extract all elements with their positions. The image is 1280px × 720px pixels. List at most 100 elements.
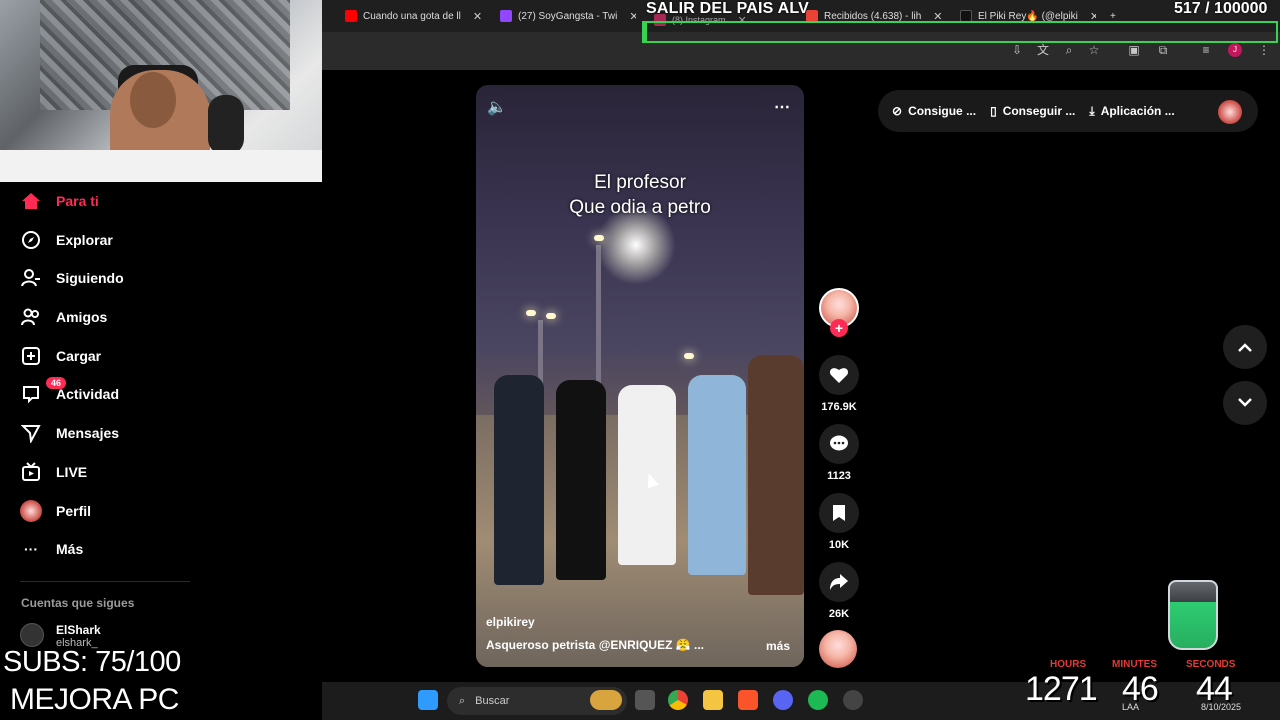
browser-tab[interactable]: (27) SoyGangsta - Twi ✕ xyxy=(500,4,636,28)
person xyxy=(556,380,606,580)
music-disc-icon xyxy=(819,630,857,668)
sidebar-item-live[interactable]: LIVE xyxy=(20,460,87,484)
menu-dots-icon[interactable]: ⋮ xyxy=(1257,43,1271,57)
streamer-head xyxy=(130,72,176,128)
seconds-label: SECONDS xyxy=(1186,659,1236,670)
avatar[interactable] xyxy=(1218,100,1242,124)
download-icon: ⤓ xyxy=(1089,103,1095,118)
sidebar-item-explorar[interactable]: Explorar xyxy=(20,228,113,252)
sidebar-divider xyxy=(20,581,190,582)
desk xyxy=(0,150,322,182)
extension-icon[interactable]: ▣ xyxy=(1127,43,1141,57)
close-tab-icon[interactable]: ✕ xyxy=(629,10,636,23)
more-link[interactable]: más xyxy=(766,639,790,653)
save-button[interactable]: 10K xyxy=(819,493,859,551)
discord-icon[interactable] xyxy=(773,690,793,710)
consigue-button[interactable]: ⊘ Consigue ... xyxy=(892,104,976,118)
minutes-label: MINUTES xyxy=(1112,659,1157,670)
video-description: Asqueroso petrista @ENRIQUEZ 😤 ... xyxy=(486,638,705,652)
sidebar-item-actividad[interactable]: 46 Actividad xyxy=(20,377,119,406)
media-icon[interactable]: ≡ xyxy=(1199,43,1213,57)
obs-icon[interactable] xyxy=(843,690,863,710)
heart-icon xyxy=(819,355,859,395)
sidebar-item-amigos[interactable]: Amigos xyxy=(20,305,107,329)
goal-progress-fill xyxy=(644,23,648,41)
task-view-icon[interactable] xyxy=(635,690,655,710)
person xyxy=(748,355,804,595)
next-video-button[interactable] xyxy=(1223,381,1267,425)
more-options-icon[interactable]: ⋯ xyxy=(774,97,790,117)
bookmark-star-icon[interactable]: ☆ xyxy=(1087,43,1101,57)
lamp xyxy=(684,353,694,359)
avatar xyxy=(20,500,42,522)
sidebar-item-cargar[interactable]: Cargar xyxy=(20,344,101,368)
upload-icon xyxy=(20,345,42,367)
puzzle-icon[interactable]: ⧉ xyxy=(1156,43,1170,57)
video-player[interactable]: El profesor Que odia a petro 🔈 ⋯ elpikir… xyxy=(476,85,804,667)
lamp xyxy=(546,313,556,319)
close-tab-icon[interactable]: ✕ xyxy=(473,10,482,23)
top-actions-pill: ⊘ Consigue ... ▯ Conseguir ... ⤓ Aplicac… xyxy=(878,90,1258,132)
comment-icon xyxy=(819,424,859,464)
chevron-up-icon xyxy=(1238,343,1252,352)
sidebar-item-perfil[interactable]: Perfil xyxy=(20,499,91,523)
coin-icon: ⊘ xyxy=(892,104,903,118)
activity-icon: 46 xyxy=(20,377,67,405)
live-icon xyxy=(20,461,42,483)
comment-button[interactable]: 1123 xyxy=(819,424,859,482)
chrome-icon[interactable] xyxy=(668,690,688,710)
guitar xyxy=(208,95,244,155)
share-button[interactable]: 26K xyxy=(819,562,859,620)
goal-title: SALIR DEL PAIS ALV xyxy=(646,0,810,17)
subs-goal-overlay: SUBS: 75/100 xyxy=(3,646,181,678)
profile-avatar[interactable]: J xyxy=(1228,43,1242,57)
brave-icon[interactable] xyxy=(738,690,758,710)
bookmark-icon xyxy=(819,493,859,533)
sidebar-item-para-ti[interactable]: Para ti xyxy=(20,189,99,213)
friends-icon xyxy=(20,306,42,328)
sidebar-item-mas[interactable]: ··· Más xyxy=(20,537,83,561)
previous-video-button[interactable] xyxy=(1223,325,1267,369)
like-button[interactable]: 176.9K xyxy=(819,355,859,413)
conseguir-button[interactable]: ▯ Conseguir ... xyxy=(990,104,1075,118)
sidebar-item-mensajes[interactable]: Mensajes xyxy=(20,421,119,445)
compass-icon xyxy=(20,229,42,251)
lamp xyxy=(526,310,536,316)
taskbar-date[interactable]: 8/10/2025 xyxy=(1201,702,1241,712)
home-icon xyxy=(20,190,42,212)
aplicacion-button[interactable]: ⤓ Aplicación ... xyxy=(1089,104,1174,119)
hours-label: HOURS xyxy=(1050,659,1087,670)
volume-icon[interactable]: 🔈 xyxy=(487,97,507,117)
search-highlight-icon xyxy=(590,690,622,710)
phone-icon: ▯ xyxy=(990,104,997,118)
browser-tab[interactable]: Cuando una gota de ll ✕ xyxy=(345,4,485,28)
activity-badge: 46 xyxy=(46,377,67,389)
spotify-icon[interactable] xyxy=(808,690,828,710)
user-follow-icon xyxy=(20,267,42,289)
twitch-icon xyxy=(500,10,512,22)
timer-hours: 1271 xyxy=(1025,670,1098,708)
video-author[interactable]: elpikirey xyxy=(486,615,535,629)
folder-icon[interactable] xyxy=(703,690,723,710)
send-icon xyxy=(20,422,42,444)
creator-avatar-button[interactable]: + xyxy=(819,288,859,340)
share-icon xyxy=(819,562,859,602)
zoom-icon[interactable]: ⌕ xyxy=(1062,43,1076,57)
windows-start-icon[interactable] xyxy=(418,690,438,710)
goal-counter: 517 / 100000 xyxy=(1174,0,1268,17)
avatar xyxy=(20,623,44,647)
sidebar-item-siguiendo[interactable]: Siguiendo xyxy=(20,266,124,290)
install-icon[interactable]: ⇩ xyxy=(1010,43,1024,57)
webcam-feed xyxy=(0,0,322,182)
chevron-down-icon xyxy=(1238,398,1252,407)
sound-avatar[interactable] xyxy=(819,630,859,668)
language-indicator[interactable]: LAA xyxy=(1122,702,1139,712)
translate-icon[interactable]: 文 xyxy=(1036,43,1050,57)
mejora-pc-overlay: MEJORA PC xyxy=(10,683,179,716)
following-header: Cuentas que sigues xyxy=(21,596,135,610)
video-caption: El profesor Que odia a petro xyxy=(569,172,711,218)
search-icon: ⌕ xyxy=(459,694,466,707)
follow-plus-icon[interactable]: + xyxy=(830,319,848,337)
more-icon: ··· xyxy=(24,541,38,557)
person xyxy=(688,375,746,575)
